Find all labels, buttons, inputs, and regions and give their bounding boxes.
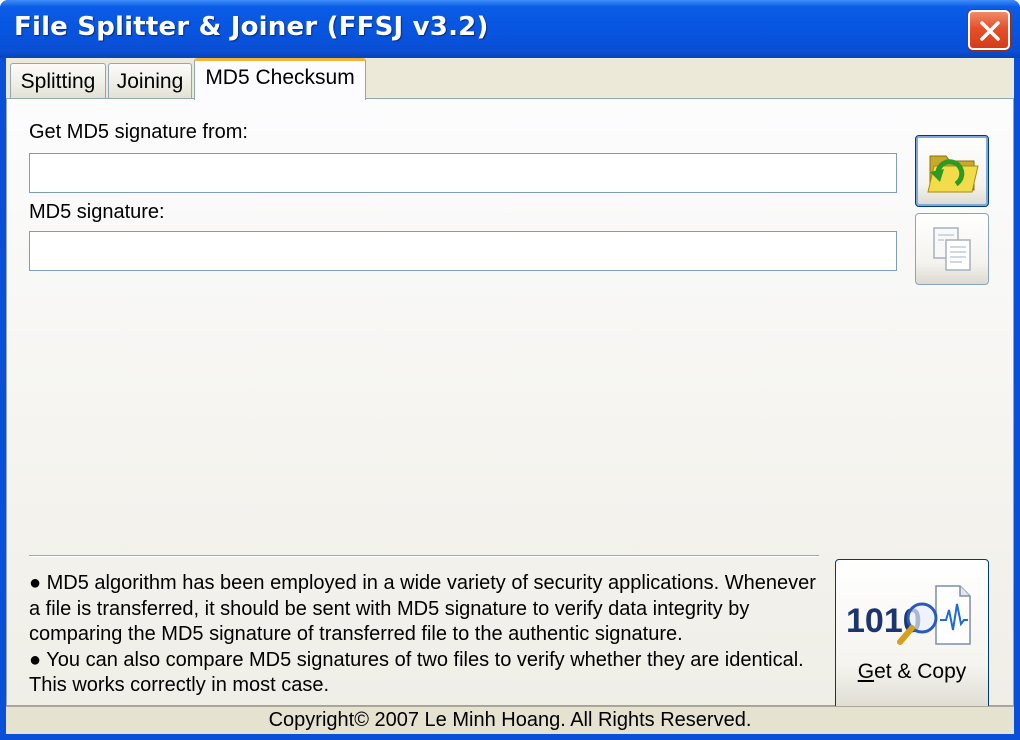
signature-label: MD5 signature:: [29, 201, 165, 223]
copyright-text: Copyright© 2007 Le Minh Hoang. All Right…: [268, 709, 752, 731]
get-and-copy-label: Get & Copy: [836, 660, 988, 684]
source-file-input[interactable]: [29, 153, 897, 193]
tab-splitting[interactable]: Splitting: [10, 63, 106, 99]
close-button[interactable]: [968, 10, 1010, 50]
copy-signature-button[interactable]: [915, 213, 989, 285]
accelerator-key: G: [857, 660, 875, 683]
title-bar[interactable]: File Splitter & Joiner (FFSJ v3.2): [0, 0, 1020, 58]
info-paragraph-2: ● You can also compare MD5 signatures of…: [29, 648, 804, 697]
get-and-copy-button[interactable]: 1010 Get & Copy: [835, 559, 989, 711]
binary-magnifier-icon: 1010: [846, 585, 971, 645]
close-icon: [980, 21, 1000, 41]
status-bar: Copyright© 2007 Le Minh Hoang. All Right…: [6, 706, 1014, 734]
md5-info-text: ● MD5 algorithm has been employed in a w…: [29, 571, 819, 699]
separator: [29, 555, 819, 557]
copy-icon: [933, 227, 971, 271]
app-window: File Splitter & Joiner (FFSJ v3.2) Split…: [0, 0, 1020, 740]
window-title: File Splitter & Joiner (FFSJ v3.2): [14, 12, 489, 42]
open-folder-icon: [927, 155, 979, 193]
browse-button[interactable]: [915, 135, 989, 207]
md5-panel: Get MD5 signature from: MD5 signature: ●…: [6, 98, 1014, 711]
client-area: Splitting Joining MD5 Checksum Get MD5 s…: [6, 58, 1014, 734]
signature-output[interactable]: [29, 231, 897, 271]
source-label: Get MD5 signature from:: [29, 121, 248, 143]
tab-md5-checksum[interactable]: MD5 Checksum: [194, 58, 366, 100]
info-paragraph-1: ● MD5 algorithm has been employed in a w…: [29, 572, 816, 646]
get-and-copy-label-rest: et & Copy: [874, 660, 967, 683]
tab-joining[interactable]: Joining: [108, 63, 192, 99]
tab-strip: Splitting Joining MD5 Checksum: [6, 58, 1014, 100]
